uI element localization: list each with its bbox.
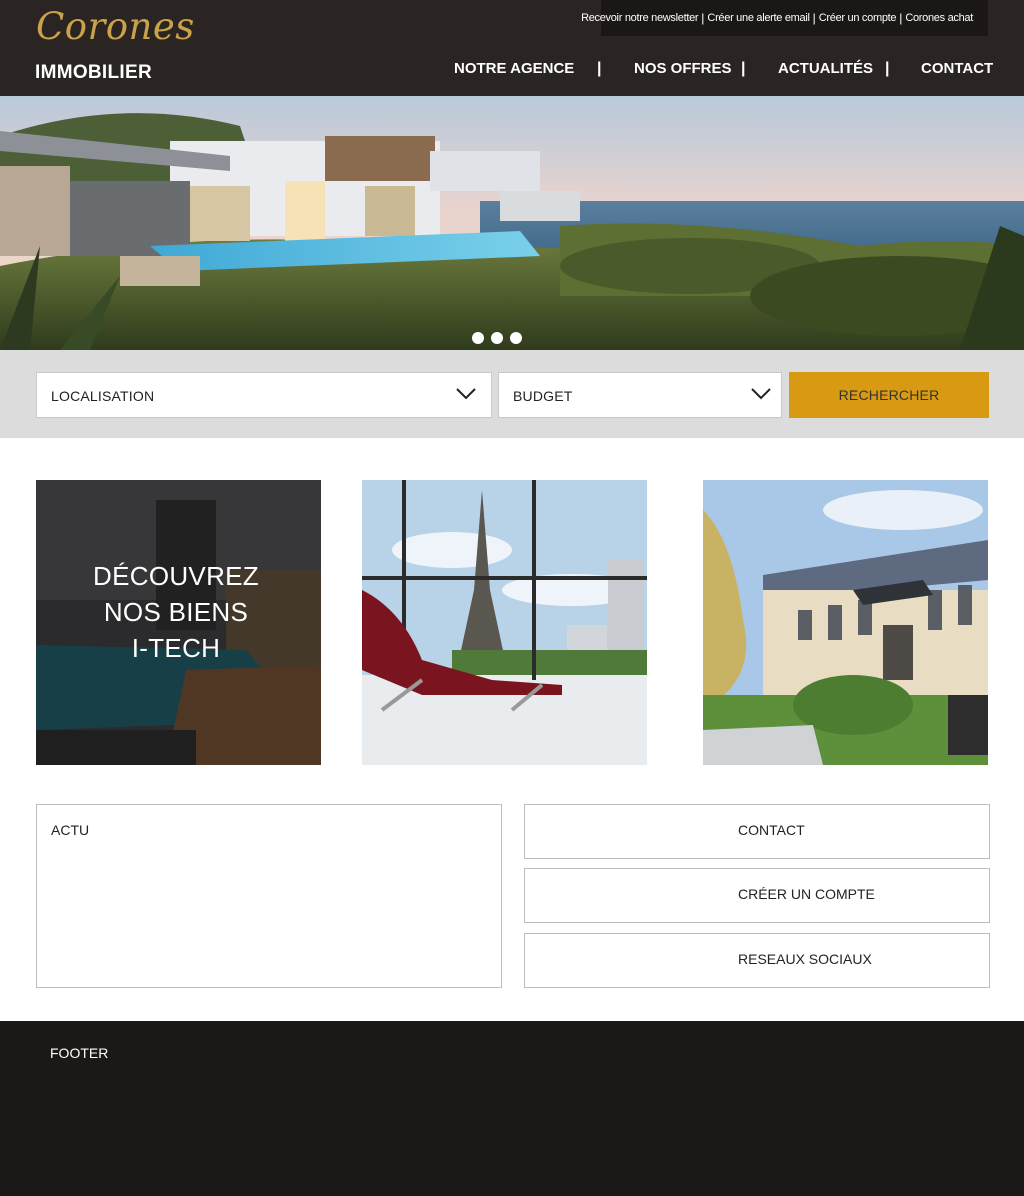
social-networks-box-label: RESEAUX SOCIAUX: [738, 951, 872, 967]
slider-dot-3[interactable]: [510, 332, 522, 344]
chevron-down-icon: [751, 388, 771, 400]
slider-dot-2[interactable]: [491, 332, 503, 344]
location-select[interactable]: LOCALISATION: [36, 372, 492, 418]
eiffel-tower-window-image: [362, 480, 647, 765]
chevron-down-icon: [456, 388, 476, 400]
search-button[interactable]: RECHERCHER: [789, 372, 989, 418]
nav-contact[interactable]: CONTACT: [921, 60, 993, 77]
social-networks-box[interactable]: RESEAUX SOCIAUX: [524, 933, 990, 988]
nav-separator: |: [885, 60, 890, 77]
slider-dots: [472, 332, 522, 344]
tile-hotel-particulier[interactable]: [703, 480, 988, 765]
top-links-bar: Recevoir notre newsletter | Créer une al…: [581, 0, 988, 36]
nav-actualites[interactable]: ACTUALITÉS: [778, 60, 873, 77]
contact-box-label: CONTACT: [738, 822, 805, 838]
main-nav: NOTRE AGENCE | NOS OFFRES | ACTUALITÉS |…: [0, 60, 1024, 82]
hotel-particulier-image: [703, 480, 988, 765]
nav-nos-offres[interactable]: NOS OFFRES: [634, 60, 732, 77]
separator: |: [899, 11, 903, 25]
itech-line-3: I-TECH: [131, 633, 221, 663]
nav-separator: |: [741, 60, 746, 77]
separator: |: [701, 11, 705, 25]
site-footer: FOOTER: [0, 1021, 1024, 1196]
location-select-label: LOCALISATION: [51, 388, 155, 404]
actu-title: ACTU: [51, 822, 90, 838]
itech-line-2: NOS BIENS: [103, 597, 249, 627]
corones-achat-link[interactable]: Corones achat: [905, 12, 973, 24]
hero-villa-image: [0, 96, 1024, 350]
itech-tile-text: DÉCOUVREZ NOS BIENS I-TECH: [36, 558, 316, 666]
email-alert-link[interactable]: Créer une alerte email: [707, 12, 810, 24]
logo-script[interactable]: Corones: [36, 8, 195, 45]
separator: |: [812, 11, 816, 25]
actu-panel: ACTU: [36, 804, 502, 988]
create-account-link[interactable]: Créer un compte: [819, 12, 897, 24]
nav-separator: |: [597, 60, 602, 77]
slider-dot-1[interactable]: [472, 332, 484, 344]
footer-title: FOOTER: [50, 1045, 109, 1061]
tile-paris-view[interactable]: [362, 480, 647, 765]
create-account-box-label: CRÉER UN COMPTE: [738, 886, 875, 902]
site-header: Corones IMMOBILIER Recevoir notre newsle…: [0, 0, 1024, 96]
nav-notre-agence[interactable]: NOTRE AGENCE: [454, 60, 574, 77]
newsletter-link[interactable]: Recevoir notre newsletter: [581, 12, 699, 24]
tile-itech[interactable]: DÉCOUVREZ NOS BIENS I-TECH: [36, 480, 321, 765]
create-account-box[interactable]: CRÉER UN COMPTE: [524, 868, 990, 923]
hero-slider[interactable]: [0, 96, 1024, 350]
budget-select-label: BUDGET: [513, 388, 573, 404]
search-bar: LOCALISATION BUDGET RECHERCHER: [0, 350, 1024, 438]
budget-select[interactable]: BUDGET: [498, 372, 782, 418]
itech-line-1: DÉCOUVREZ: [93, 561, 259, 591]
contact-box[interactable]: CONTACT: [524, 804, 990, 859]
